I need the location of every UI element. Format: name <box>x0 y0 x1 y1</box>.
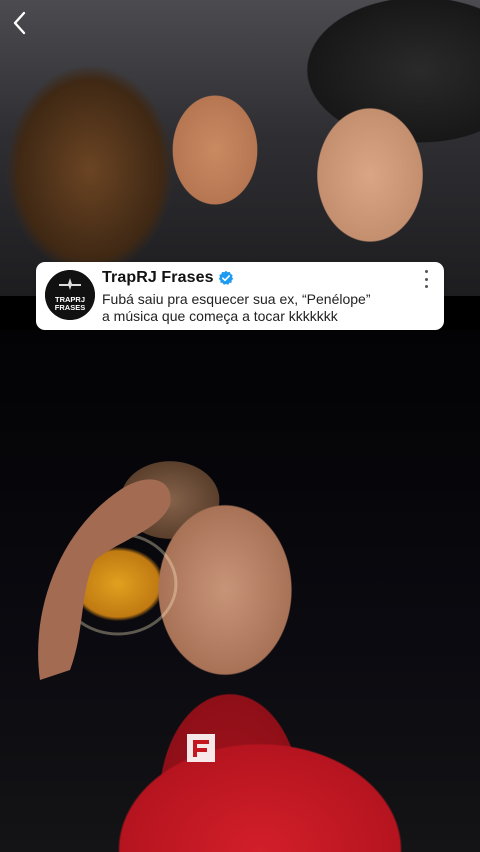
display-name[interactable]: TrapRJ Frases <box>102 269 214 287</box>
avatar[interactable]: TRAPRJ FRASES <box>45 270 95 320</box>
verified-badge-icon <box>218 270 233 285</box>
tweet-text: Fubá saiu pra esquecer sua ex, “Penélope… <box>102 291 432 325</box>
chevron-left-icon <box>13 11 26 35</box>
avatar-logo: TRAPRJ FRASES <box>45 270 95 320</box>
scene-illustration <box>38 479 215 762</box>
tweet-text-line1: Fubá saiu pra esquecer sua ex, “Penélope… <box>102 291 371 307</box>
top-video-frame <box>0 0 480 296</box>
tweet-card[interactable]: TRAPRJ FRASES TrapRJ Frases Fubá saiu pr… <box>36 262 444 330</box>
more-options-button[interactable] <box>422 270 430 288</box>
avatar-text-line2: FRASES <box>55 303 85 312</box>
more-vertical-icon <box>424 270 428 273</box>
tweet-text-line2: a música que começa a tocar kkkkkkk <box>102 308 338 324</box>
bottom-video-frame <box>0 330 480 852</box>
back-button[interactable] <box>8 8 30 38</box>
tweet-header: TrapRJ Frases <box>102 269 234 287</box>
